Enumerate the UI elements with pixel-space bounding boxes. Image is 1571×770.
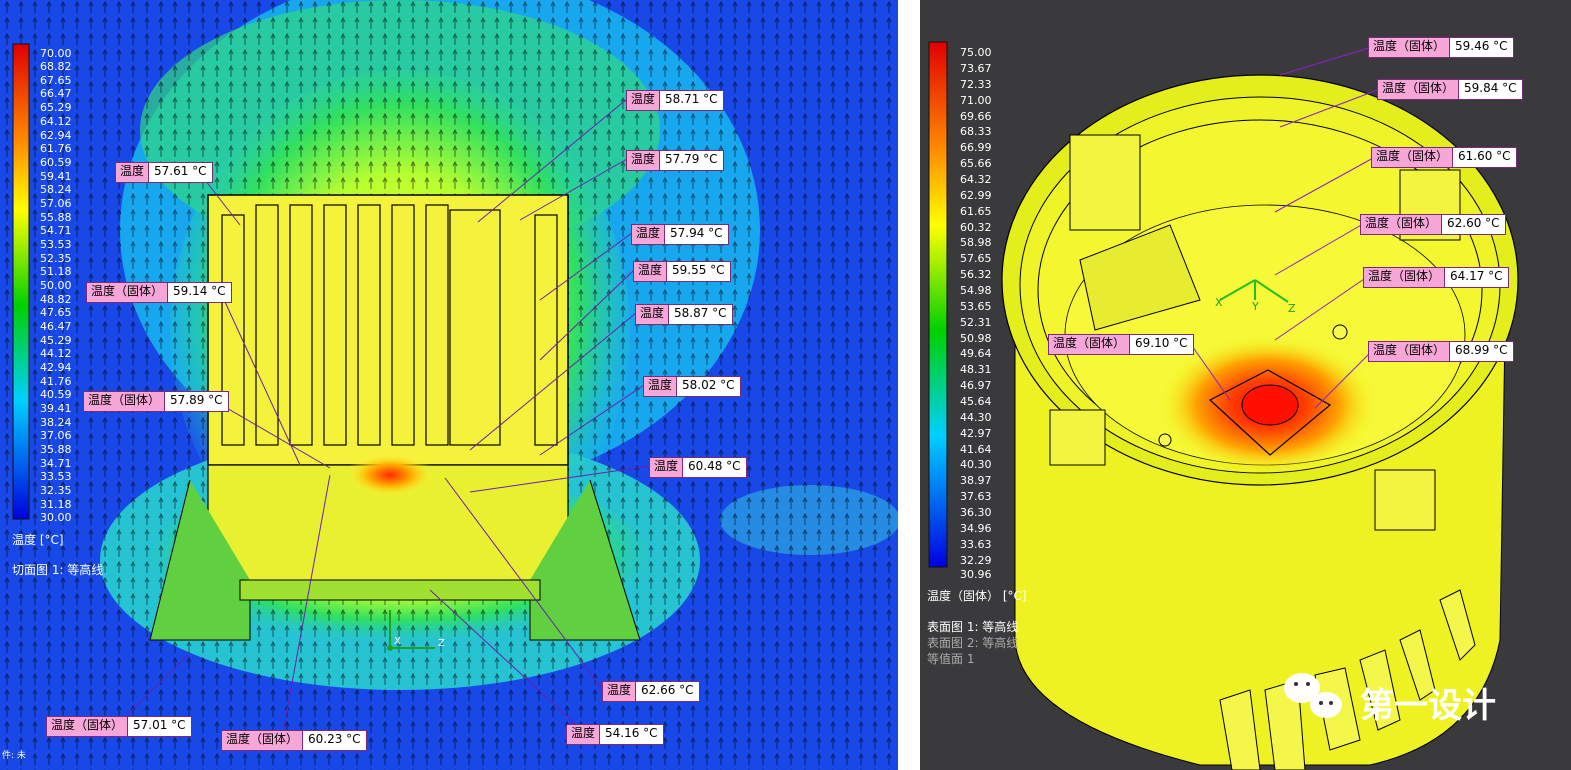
probe-label: 温度 57.61 °C [115,162,213,183]
probe-label: 温度（固体） 69.10 °C [1048,334,1194,355]
probe-leader-lines [1189,46,1381,409]
probe-label: 温度 58.71 °C [626,90,724,111]
probe-label: 温度（固体） 57.01 °C [46,716,192,737]
probe-label: 温度 58.02 °C [643,376,741,397]
probe-label: 温度 54.16 °C [566,724,664,745]
probe-label: 温度 58.87 °C [635,304,733,325]
probe-label: 温度（固体） 61.60 °C [1371,147,1517,168]
probe-label: 温度（固体） 64.17 °C [1363,267,1509,288]
cut-plot-panel: 70.00 68.82 67.65 66.47 65.29 64.12 62.9… [0,0,898,770]
probe-label: 温度（固体） 59.84 °C [1377,79,1523,100]
probe-label: 温度（固体） 59.14 °C [86,282,232,303]
probe-label: 温度（固体） 57.89 °C [83,391,229,412]
probe-label: 温度 59.55 °C [633,261,731,282]
probe-label: 温度 60.48 °C [649,457,747,478]
probe-label: 温度（固体） 68.99 °C [1368,341,1514,362]
panel-separator [898,0,920,770]
probe-label: 温度 57.94 °C [631,224,729,245]
probe-label: 温度（固体） 59.46 °C [1368,37,1514,58]
probe-label: 温度（固体） 62.60 °C [1360,214,1506,235]
probe-leader-lines [119,98,651,739]
probe-label: 温度 62.66 °C [602,681,700,702]
watermark-text: 第一设计 [1360,686,1496,726]
surface-plot-panel: 75.00 73.67 72.33 71.00 69.66 68.33 66.9… [920,0,1571,770]
probe-label: 温度 57.79 °C [626,150,724,171]
probe-label: 温度（固体） 60.23 °C [221,730,367,751]
